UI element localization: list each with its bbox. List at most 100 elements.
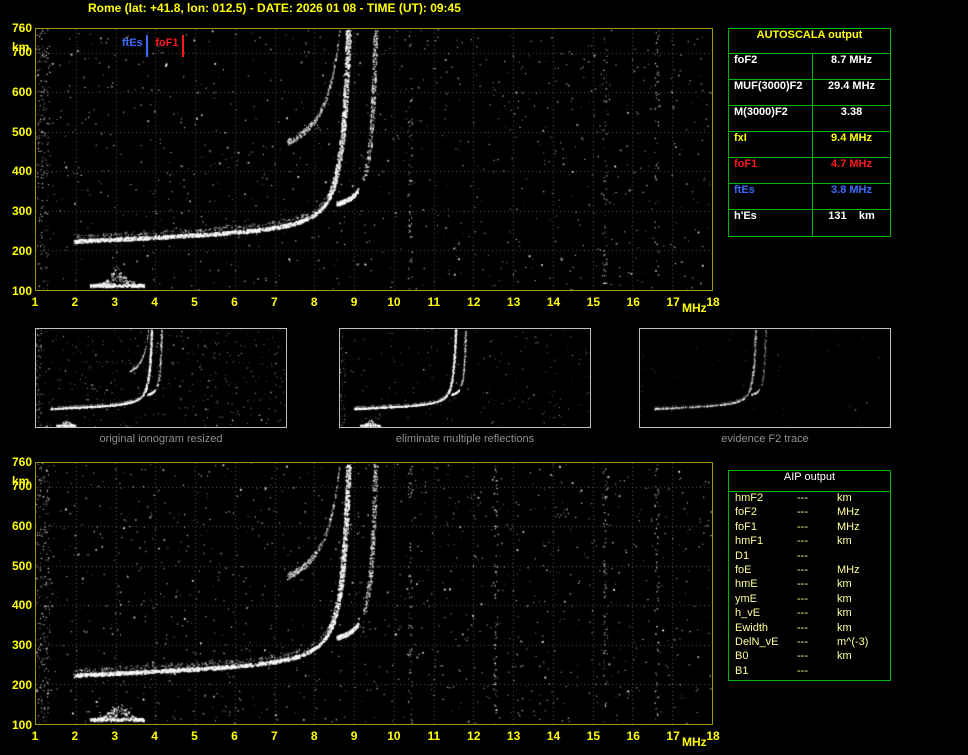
y-tick-label: 100 xyxy=(2,718,32,732)
x-tick-label: 1 xyxy=(32,729,39,743)
fof1-marker-line xyxy=(182,35,184,57)
autoscala-param-label: foF1 xyxy=(729,158,813,183)
x-tick-label: 7 xyxy=(271,729,278,743)
aip-param-unit: km xyxy=(837,593,890,607)
x-tick-label: 5 xyxy=(191,295,198,309)
aip-param-unit xyxy=(837,550,890,564)
x-tick-label: 13 xyxy=(507,729,520,743)
autoscala-param-label: foF2 xyxy=(729,54,813,79)
x-tick-label: 11 xyxy=(427,295,440,309)
y-tick-label: 100 xyxy=(2,284,32,298)
ionogram-plot-bottom xyxy=(35,462,713,725)
fof1-marker-label: foF1 xyxy=(135,37,179,49)
autoscala-row: ftEs3.8 MHz xyxy=(729,184,890,210)
aip-row: h_vE---km xyxy=(729,607,890,621)
autoscala-row: fxI9.4 MHz xyxy=(729,132,890,158)
autoscala-param-value: 3.8 MHz xyxy=(813,184,890,209)
aip-param-unit: m^(-3) xyxy=(837,636,890,650)
autoscala-window: Rome (lat: +41.8, lon: 012.5) - DATE: 20… xyxy=(0,0,968,755)
aip-output-table: AIP output hmF2---kmfoF2---MHzfoF1---MHz… xyxy=(728,470,891,681)
x-tick-label: 11 xyxy=(427,729,440,743)
aip-param-name: B1 xyxy=(735,665,797,679)
x-tick-label: 2 xyxy=(72,295,79,309)
aip-param-name: Ewidth xyxy=(735,622,797,636)
autoscala-param-value: 131 km xyxy=(813,210,890,236)
thumbnail-original-ionogram xyxy=(35,328,287,428)
autoscala-param-value: 3.38 xyxy=(813,106,890,131)
aip-row: foF1---MHz xyxy=(729,521,890,535)
autoscala-param-value: 4.7 MHz xyxy=(813,158,890,183)
autoscala-param-label: fxI xyxy=(729,132,813,157)
y-tick-label: 760 xyxy=(2,455,32,469)
aip-param-name: ymE xyxy=(735,593,797,607)
aip-param-value: --- xyxy=(797,492,837,506)
thumbnail-no-multiples xyxy=(339,328,591,428)
x-tick-label: 8 xyxy=(311,729,318,743)
x-axis-unit-label: MHz xyxy=(682,301,707,315)
thumbnail-f2-trace xyxy=(639,328,891,428)
y-tick-label: 400 xyxy=(2,598,32,612)
x-tick-label: 14 xyxy=(547,295,560,309)
autoscala-output-table: AUTOSCALA output foF28.7 MHzMUF(3000)F22… xyxy=(728,28,891,237)
y-tick-label: 760 xyxy=(2,21,32,35)
x-tick-label: 12 xyxy=(467,729,480,743)
x-tick-label: 9 xyxy=(351,729,358,743)
x-tick-label: 3 xyxy=(111,295,118,309)
x-tick-label: 18 xyxy=(706,295,719,309)
aip-row: hmF2---km xyxy=(729,492,890,506)
x-tick-label: 18 xyxy=(706,729,719,743)
autoscala-table-rows: foF28.7 MHzMUF(3000)F229.4 MHzM(3000)F23… xyxy=(729,54,890,236)
aip-param-value: --- xyxy=(797,636,837,650)
autoscala-row: foF14.7 MHz xyxy=(729,158,890,184)
aip-param-value: --- xyxy=(797,593,837,607)
thumbnail-canvas-no-multiples xyxy=(340,329,590,427)
aip-row: foE---MHz xyxy=(729,564,890,578)
aip-param-unit: MHz xyxy=(837,564,890,578)
x-tick-label: 16 xyxy=(627,729,640,743)
aip-param-value: --- xyxy=(797,650,837,664)
autoscala-param-label: MUF(3000)F2 xyxy=(729,80,813,105)
autoscala-row: M(3000)F23.38 xyxy=(729,106,890,132)
aip-row: hmE---km xyxy=(729,578,890,592)
aip-row: B0---km xyxy=(729,650,890,664)
x-axis-unit-label: MHz xyxy=(682,735,707,749)
autoscala-param-label: ftEs xyxy=(729,184,813,209)
aip-param-name: B0 xyxy=(735,650,797,664)
ionogram-plot-top xyxy=(35,28,713,291)
x-tick-label: 14 xyxy=(547,729,560,743)
aip-param-value: --- xyxy=(797,622,837,636)
aip-param-unit: MHz xyxy=(837,506,890,520)
autoscala-row: MUF(3000)F229.4 MHz xyxy=(729,80,890,106)
x-tick-label: 6 xyxy=(231,295,238,309)
aip-row: DelN_vE---m^(-3) xyxy=(729,636,890,650)
y-axis-unit-label: km xyxy=(12,474,29,488)
y-axis-unit-label: km xyxy=(12,40,29,54)
thumbnail-caption-no-multiples: eliminate multiple reflections xyxy=(339,433,591,445)
y-tick-label: 300 xyxy=(2,204,32,218)
aip-param-unit: km xyxy=(837,622,890,636)
aip-param-name: D1 xyxy=(735,550,797,564)
aip-table-title: AIP output xyxy=(729,471,890,492)
aip-param-unit: km xyxy=(837,535,890,549)
y-tick-label: 600 xyxy=(2,85,32,99)
x-tick-label: 17 xyxy=(666,729,679,743)
aip-param-name: foF2 xyxy=(735,506,797,520)
x-tick-label: 17 xyxy=(666,295,679,309)
aip-param-unit: km xyxy=(837,607,890,621)
x-tick-label: 12 xyxy=(467,295,480,309)
autoscala-param-value: 29.4 MHz xyxy=(813,80,890,105)
x-tick-label: 15 xyxy=(587,729,600,743)
aip-param-value: --- xyxy=(797,665,837,679)
x-tick-label: 10 xyxy=(387,295,400,309)
aip-param-value: --- xyxy=(797,521,837,535)
aip-param-unit: km xyxy=(837,650,890,664)
thumbnail-caption-f2-trace: evidence F2 trace xyxy=(639,433,891,445)
x-tick-label: 4 xyxy=(151,729,158,743)
aip-param-name: hmE xyxy=(735,578,797,592)
aip-row: D1--- xyxy=(729,550,890,564)
x-tick-label: 10 xyxy=(387,729,400,743)
y-tick-label: 200 xyxy=(2,678,32,692)
aip-param-name: DelN_vE xyxy=(735,636,797,650)
x-tick-label: 16 xyxy=(627,295,640,309)
aip-param-name: h_vE xyxy=(735,607,797,621)
